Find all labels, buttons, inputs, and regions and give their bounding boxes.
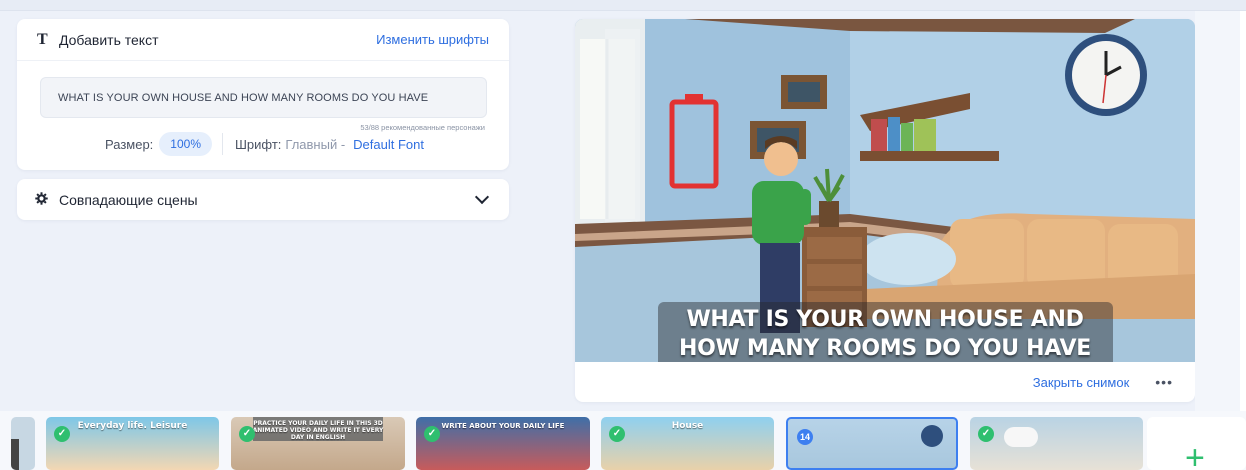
add-scene-icon[interactable]: + [1185,441,1205,470]
font-label: Шрифт: [235,136,282,152]
divider [222,133,223,155]
caption-text-input[interactable]: WHAT IS YOUR OWN HOUSE AND HOW MANY ROOM… [40,77,487,118]
size-label: Размер: [105,136,154,152]
check-icon: ✓ [424,426,440,442]
add-scene-tile[interactable]: + [1147,417,1246,470]
check-icon: ✓ [239,426,255,442]
thumbnail-title: WRITE ABOUT YOUR DAILY LIFE [441,422,565,430]
check-icon: ✓ [609,426,625,442]
scrollbar-track[interactable] [1240,11,1246,411]
add-text-title: Добавить текст [59,31,159,48]
font-settings-row: Размер: 100% Шрифт: Главный - Default Fo… [105,131,424,157]
scene-preview: WHAT IS YOUR OWN HOUSE AND HOW MANY ROOM… [575,19,1195,402]
matching-scenes-panel[interactable]: Совпадающие сцены [17,179,509,220]
scene-thumbnail-selected[interactable]: 14 [786,417,958,470]
thumbnail-title: Everyday life. Leisure [77,421,188,431]
font-selector[interactable]: Default Font [353,137,424,152]
add-text-header: T Добавить текст Изменить шрифты [17,19,509,61]
check-icon: ✓ [54,426,70,442]
scene-thumbnail[interactable]: ✓ [970,417,1143,470]
more-options-icon[interactable]: ••• [1155,374,1173,390]
add-text-panel: T Добавить текст Изменить шрифты WHAT IS… [17,19,509,170]
preview-footer: Закрыть снимок ••• [575,362,1195,402]
scene-thumbnail-partial[interactable] [11,417,35,470]
scene-caption: WHAT IS YOUR OWN HOUSE AND HOW MANY ROOM… [645,305,1125,363]
chevron-down-icon[interactable] [474,189,490,204]
size-selector[interactable]: 100% [159,132,212,156]
right-gutter [1195,11,1246,411]
scene-number-badge: 14 [797,429,813,445]
scene-thumbnail[interactable]: Everyday life. Leisure ✓ [46,417,219,470]
gear-icon [35,191,49,208]
caption-line-1: WHAT IS YOUR OWN HOUSE AND [686,307,1084,332]
scene-thumbnail[interactable]: House ✓ [601,417,774,470]
caption-line-2: HOW MANY ROOMS DO YOU HAVE [679,336,1091,361]
change-fonts-link[interactable]: Изменить шрифты [376,32,489,47]
text-icon: T [37,30,48,48]
thumbnail-title: PRACTICE YOUR DAILY LIFE IN THIS 3D ANIM… [252,420,384,441]
font-main-label: Главный - [285,136,346,152]
scene-thumbnail[interactable]: PRACTICE YOUR DAILY LIFE IN THIS 3D ANIM… [231,417,405,470]
scene-thumbnail[interactable]: WRITE ABOUT YOUR DAILY LIFE ✓ [416,417,590,470]
top-bar [0,0,1246,11]
thumbnail-title: House [671,421,704,431]
check-icon: ✓ [978,426,994,442]
matching-scenes-title: Совпадающие сцены [59,191,198,208]
close-snapshot-button[interactable]: Закрыть снимок [1033,375,1129,390]
